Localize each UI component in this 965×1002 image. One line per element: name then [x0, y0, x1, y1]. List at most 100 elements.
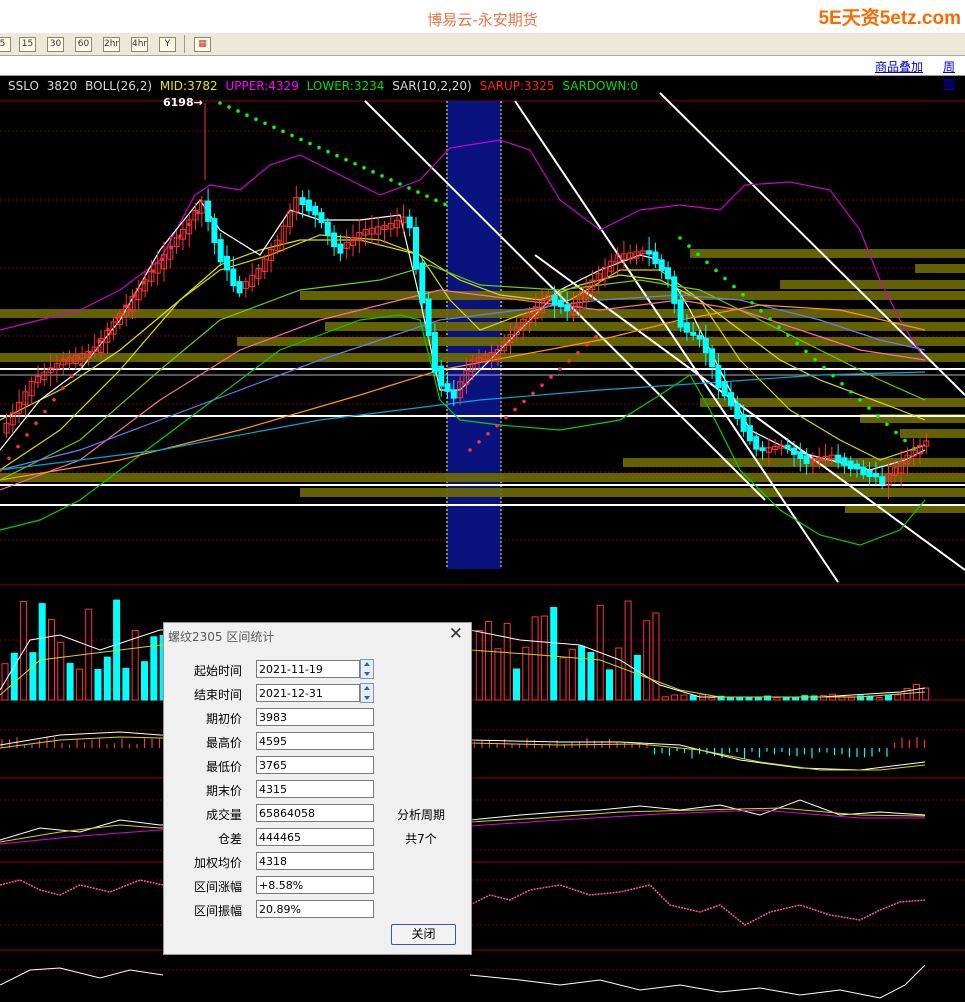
candle-body: [721, 381, 728, 397]
sar-dot: [594, 334, 598, 339]
sar-dot: [714, 268, 718, 273]
candle-body: [557, 299, 564, 308]
period-button-4hr[interactable]: 4hr: [131, 37, 148, 52]
start-time-label: 起始时间: [193, 664, 242, 678]
volume-bar: [885, 694, 892, 701]
sar-dot: [858, 398, 862, 402]
sar-dot: [477, 440, 481, 444]
sar-dot: [795, 341, 799, 346]
candle-body: [734, 403, 741, 419]
sar-dot: [894, 430, 898, 435]
open-interest-change-field[interactable]: 444465: [256, 828, 374, 846]
sar-dot: [52, 398, 56, 402]
sar-dot: [849, 390, 853, 394]
indicator-symbol: SSLO: [8, 79, 39, 93]
candle-body: [715, 365, 722, 389]
kline-chart[interactable]: 6198→: [0, 76, 965, 1002]
period-button-year[interactable]: Y: [159, 37, 176, 52]
candle-body: [797, 451, 804, 459]
sar-dot: [389, 178, 393, 182]
vwap-field[interactable]: 4318: [256, 852, 374, 870]
sar-dot: [254, 117, 258, 121]
candle-body: [305, 199, 312, 212]
indicator-sar[interactable]: SAR(10,2,20): [392, 79, 472, 93]
candle-body: [728, 392, 734, 406]
sar-dot: [416, 190, 420, 194]
range-change-field[interactable]: +8.58%: [256, 876, 374, 894]
sar-dot: [813, 357, 817, 362]
volume-bar: [57, 641, 65, 701]
end-date-spinner[interactable]: [360, 683, 374, 703]
sar-dot: [43, 409, 47, 414]
candle-body: [299, 197, 306, 206]
candle-body: [312, 205, 319, 216]
sar-dot: [768, 317, 772, 321]
brand-watermark: 5E天资5etz.com: [818, 8, 961, 29]
sar-dot: [290, 133, 294, 138]
period-button-30[interactable]: 30: [47, 37, 64, 52]
sar-dot: [227, 105, 231, 109]
period-button-5[interactable]: 5: [0, 37, 11, 52]
volume-bar: [792, 696, 799, 701]
bottom-indicator-line: [0, 964, 926, 999]
candle-body: [337, 243, 344, 254]
sar-dot: [299, 137, 303, 142]
peak-label: 6198→: [163, 96, 203, 109]
close-icon[interactable]: ✕: [449, 624, 463, 644]
volume-bar: [494, 648, 502, 701]
candle-body: [690, 331, 697, 336]
volume-bar: [550, 606, 558, 701]
sar-dot: [531, 391, 535, 396]
candle-body: [759, 447, 766, 452]
volume-field[interactable]: 65864058: [256, 804, 374, 822]
volume-bar: [661, 696, 669, 701]
open-price-label: 期初价: [205, 712, 242, 726]
volume-bar: [726, 696, 734, 701]
sar-dot: [317, 145, 321, 150]
end-date-field[interactable]: 2021-12-31: [256, 684, 360, 702]
sar-dot: [558, 367, 562, 371]
range-amplitude-label: 区间振幅: [193, 904, 242, 918]
candle-body: [847, 460, 854, 470]
volume-bar: [503, 622, 511, 701]
volume-bar: [801, 695, 809, 701]
period-button-60[interactable]: 60: [75, 37, 92, 52]
volume-bar: [652, 612, 660, 701]
sar-dot: [741, 292, 745, 297]
calendar-icon[interactable]: ▦: [194, 37, 211, 52]
candle-body: [709, 348, 716, 368]
candle-body: [318, 212, 325, 223]
high-price-label: 最高价: [205, 736, 242, 750]
open-price-field[interactable]: 3983: [256, 708, 374, 726]
sar-dot: [236, 109, 240, 113]
start-date-spinner[interactable]: [360, 659, 374, 679]
selection-band: [447, 101, 501, 569]
range-amplitude-field[interactable]: 20.89%: [256, 900, 374, 918]
close-button[interactable]: 关闭: [391, 924, 456, 945]
close-price-field[interactable]: 4315: [256, 780, 374, 798]
period-button-15[interactable]: 15: [19, 37, 36, 52]
sar-dot: [34, 421, 38, 426]
sar-dot: [777, 325, 781, 329]
sar-dot: [61, 386, 65, 390]
sar-dot: [840, 382, 844, 386]
sar-dot: [326, 149, 330, 154]
period-button-2hr[interactable]: 2hr: [103, 37, 120, 52]
volume-bar: [540, 615, 548, 701]
sar-dot: [70, 374, 74, 379]
volume-bar: [624, 600, 632, 701]
candle-body: [854, 463, 860, 470]
sar-dot: [804, 349, 808, 354]
indicator-boll[interactable]: BOLL(26,2): [85, 79, 152, 93]
low-price-field[interactable]: 3765: [256, 756, 374, 774]
commodity-overlay-link[interactable]: 商品叠加: [875, 58, 923, 75]
sar-dot: [576, 351, 580, 355]
volume-bar: [689, 695, 697, 701]
high-price-field[interactable]: 4595: [256, 732, 374, 750]
analysis-period-count: 共7个: [405, 832, 437, 846]
start-date-field[interactable]: 2021-11-19: [256, 660, 360, 678]
sar-dot: [407, 186, 411, 190]
sar-dot: [567, 359, 571, 363]
volume-bar: [531, 616, 539, 701]
volume-bar: [708, 697, 716, 701]
